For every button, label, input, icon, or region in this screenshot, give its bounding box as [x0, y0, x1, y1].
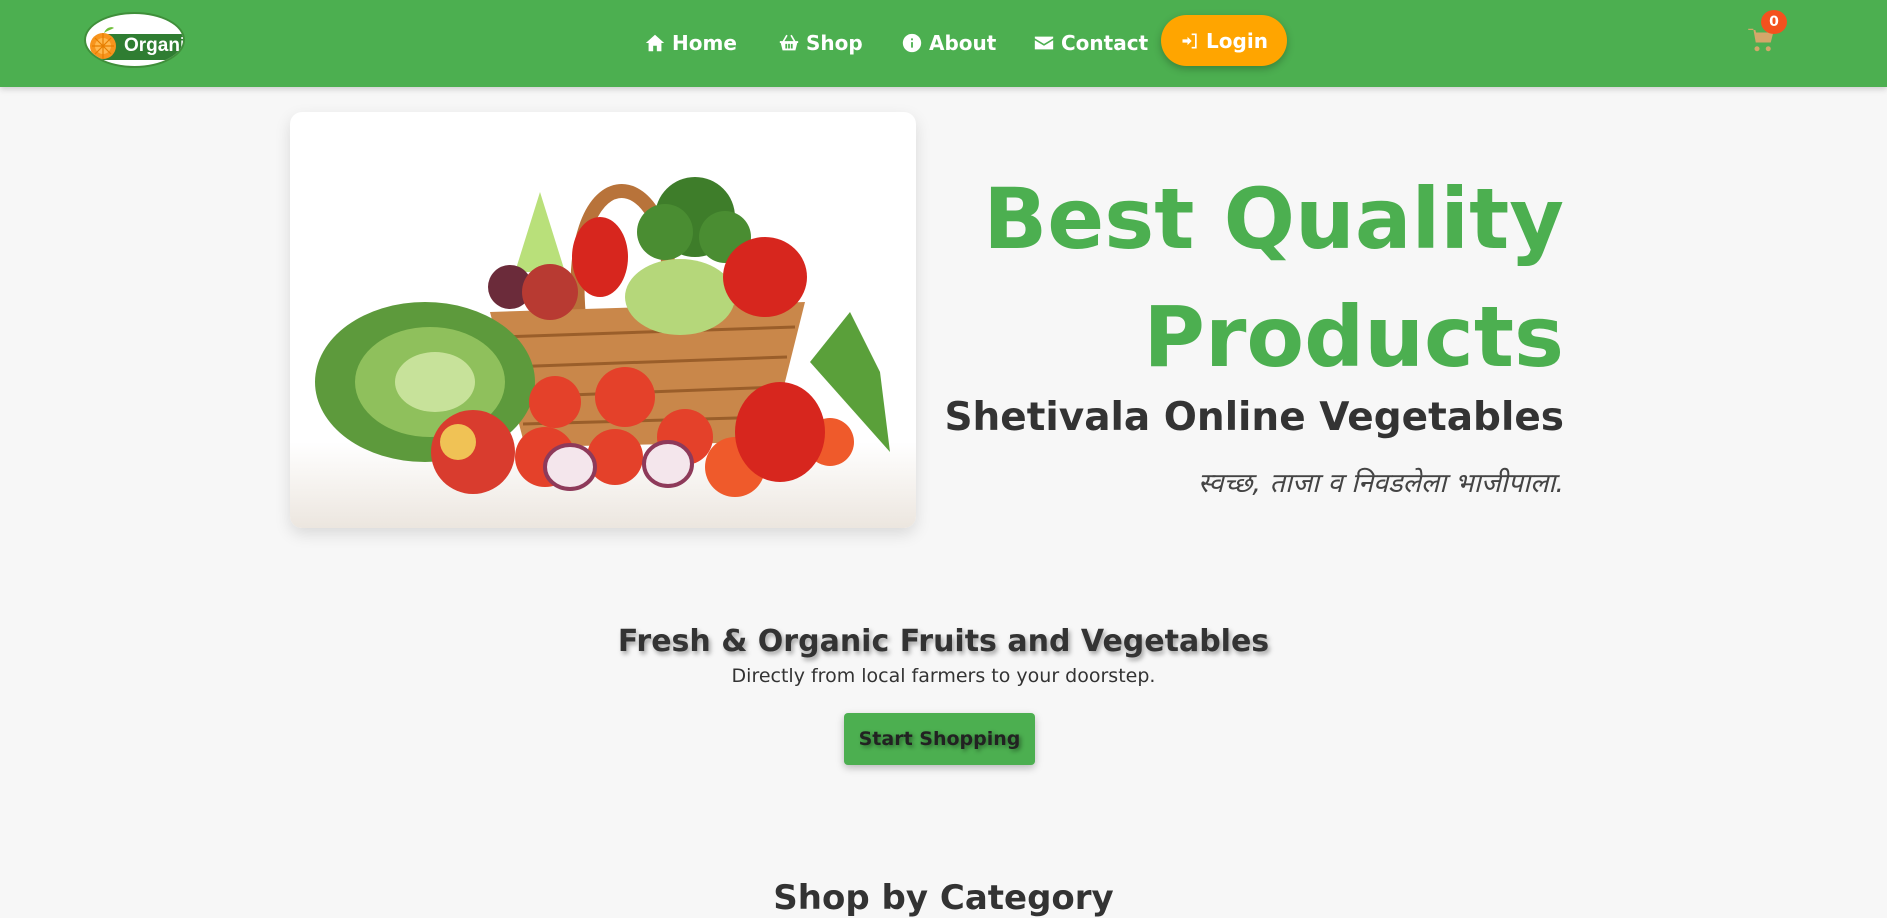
- login-label: Login: [1206, 28, 1268, 53]
- promo-title: Fresh & Organic Fruits and Vegetables: [617, 624, 1270, 659]
- orange-fruit-icon: [90, 27, 116, 59]
- home-icon: [645, 34, 665, 52]
- info-icon: [902, 33, 922, 53]
- envelope-icon: [1034, 36, 1054, 50]
- start-shopping-button[interactable]: Start Shopping: [844, 713, 1035, 765]
- nav-home-label: Home: [672, 31, 737, 55]
- logo-text: Organi: [124, 35, 185, 56]
- nav-shop[interactable]: Shop: [778, 28, 863, 58]
- nav-contact-label: Contact: [1061, 31, 1149, 55]
- section-heading: Shop by Category: [773, 878, 1114, 918]
- hero-subtitle: Shetivala Online Vegetables: [944, 395, 1564, 440]
- login-button[interactable]: Login: [1161, 15, 1287, 66]
- top-navbar: Organi Home Shop About Contact Login 0: [0, 0, 1887, 87]
- start-shopping-label: Start Shopping: [858, 728, 1021, 750]
- sign-in-icon: [1182, 33, 1197, 48]
- hero-tagline: स्वच्छ, ताजा व निवडलेला भाजीपाला.: [1198, 468, 1564, 499]
- brand-logo[interactable]: Organi: [84, 12, 185, 68]
- cart-count-badge: 0: [1761, 10, 1787, 34]
- nav-about[interactable]: About: [901, 28, 996, 58]
- nav-about-label: About: [929, 31, 997, 55]
- promo-subtitle: Directly from local farmers to your door…: [731, 665, 1156, 687]
- vegetable-basket-illustration: [290, 177, 916, 528]
- hero-title-line1: Best Quality: [983, 170, 1564, 268]
- nav-home[interactable]: Home: [644, 28, 737, 58]
- hero-title-line2: Products: [1143, 288, 1564, 386]
- nav-shop-label: Shop: [806, 31, 863, 55]
- basket-icon: [779, 34, 799, 51]
- nav-contact[interactable]: Contact: [1033, 28, 1148, 58]
- hero-title: Best Quality Products: [864, 160, 1564, 396]
- hero-vegetable-basket-image: [290, 112, 916, 528]
